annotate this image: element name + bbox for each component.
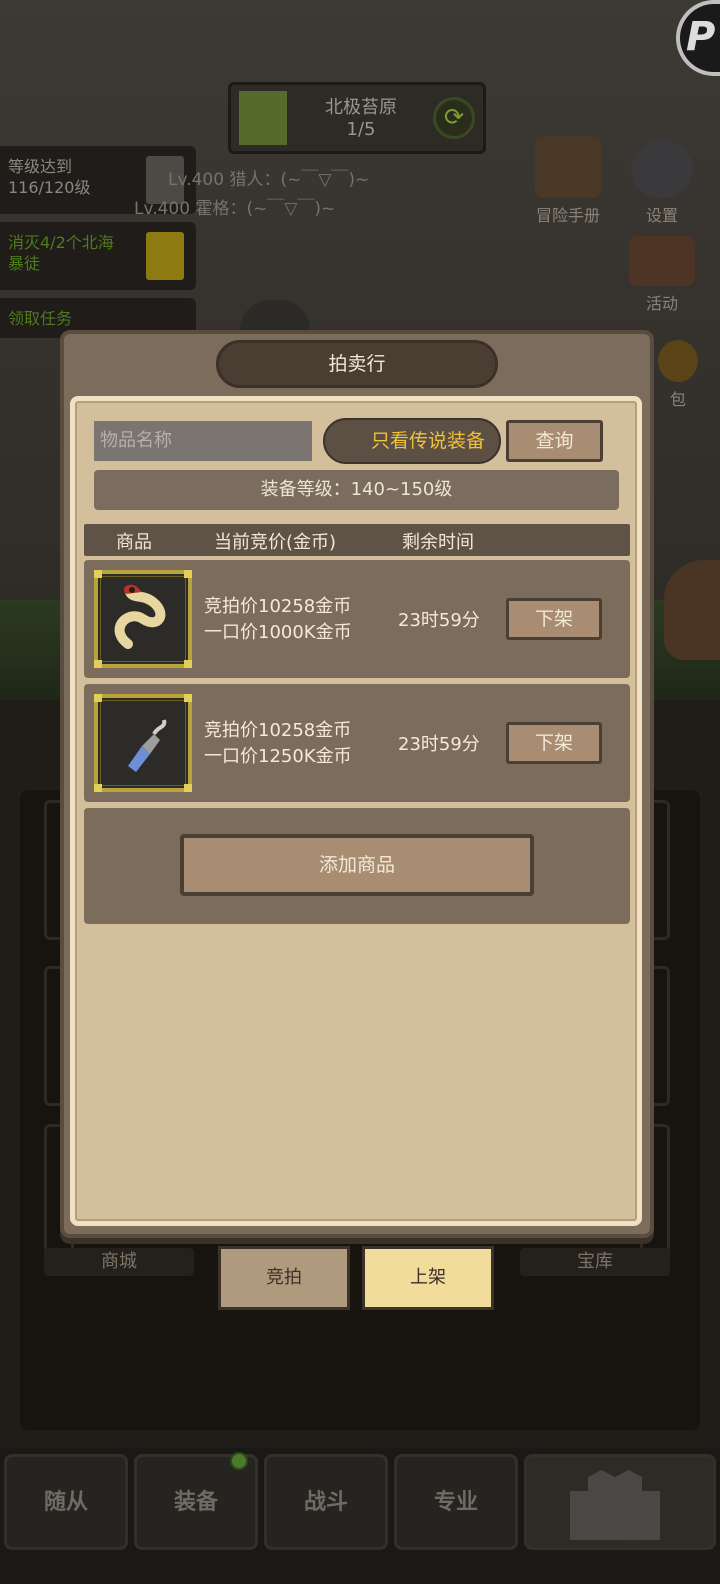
task-reward-icon xyxy=(146,232,184,280)
item-name-search-input[interactable]: 物品名称 xyxy=(94,421,312,461)
legendary-only-toggle[interactable]: 只看传说装备 xyxy=(323,418,501,464)
activity-label: 活动 xyxy=(645,294,678,313)
buyout-price: 一口价1250K金币 xyxy=(204,746,352,767)
refresh-icon[interactable]: ⟳ xyxy=(433,97,475,139)
adventure-label: 冒险手册 xyxy=(535,206,600,225)
coin-bag-icon xyxy=(658,340,698,382)
unlist-button[interactable]: 下架 xyxy=(506,598,602,640)
adventure-book-button[interactable]: 冒险手册 xyxy=(528,136,608,226)
shop-label: 商城 xyxy=(44,1248,194,1276)
hunter-line: Lv.400 猎人：(~￣▽￣)~ xyxy=(168,170,370,190)
bid-price: 竞拍价10258金币 xyxy=(204,596,352,617)
tab-bid[interactable]: 竞拍 xyxy=(218,1246,350,1310)
price-info: 竞拍价10258金币 一口价1250K金币 xyxy=(204,718,352,770)
nav-profession[interactable]: 专业 xyxy=(394,1454,518,1550)
task-text: 领取任务 xyxy=(8,309,73,328)
unlist-button[interactable]: 下架 xyxy=(506,722,602,764)
item-slot[interactable] xyxy=(94,694,192,792)
remaining-time: 23时59分 xyxy=(398,610,480,631)
settings-button[interactable]: 设置 xyxy=(624,140,700,226)
region-progress: 1/5 xyxy=(346,119,376,140)
bag-label: 包 xyxy=(669,390,686,409)
region-progress-fill xyxy=(239,91,287,145)
notification-badge xyxy=(230,1452,248,1470)
hunter-line: Lv.400 霍格：(~￣▽￣)~ xyxy=(134,199,336,219)
settings-label: 设置 xyxy=(645,206,678,225)
item-slot[interactable] xyxy=(94,570,192,668)
auction-row: 竞拍价10258金币 一口价1000K金币 23时59分 下架 xyxy=(84,560,630,678)
serpent-icon xyxy=(114,584,166,649)
region-panel[interactable]: 北极苔原 1/5 ⟳ xyxy=(228,82,486,154)
region-name: 北极苔原 xyxy=(325,97,397,118)
add-item-button[interactable]: 添加商品 xyxy=(180,834,534,896)
gear-icon xyxy=(631,140,693,198)
equipment-level-filter[interactable]: 装备等级：140~150级 xyxy=(94,470,619,510)
price-info: 竞拍价10258金币 一口价1000K金币 xyxy=(204,594,352,646)
bid-price: 竞拍价10258金币 xyxy=(204,720,352,741)
treasury-label: 宝库 xyxy=(520,1248,670,1276)
column-current-bid: 当前竞价(金币) xyxy=(214,532,337,553)
scroll-icon xyxy=(629,236,695,286)
mammoth-enemy xyxy=(664,560,720,660)
remaining-time: 23时59分 xyxy=(398,734,480,755)
nav-followers[interactable]: 随从 xyxy=(4,1454,128,1550)
nav-battle[interactable]: 战斗 xyxy=(264,1454,388,1550)
activity-button[interactable]: 活动 xyxy=(622,236,702,314)
table-header: 商品 当前竞价(金币) 剩余时间 xyxy=(84,524,630,556)
book-icon xyxy=(535,136,601,198)
column-remaining-time: 剩余时间 xyxy=(402,532,474,553)
dialog-title: 拍卖行 xyxy=(216,340,498,388)
buyout-price: 一口价1000K金币 xyxy=(204,622,352,643)
crystal-dagger-icon xyxy=(128,719,167,772)
column-item: 商品 xyxy=(116,532,152,553)
auction-row: 竞拍价10258金币 一口价1250K金币 23时59分 下架 xyxy=(84,684,630,802)
task-text: 等级达到116/120级 xyxy=(8,157,91,197)
query-button[interactable]: 查询 xyxy=(506,420,603,462)
bag-button[interactable]: 包 xyxy=(654,340,702,410)
tab-list-item[interactable]: 上架 xyxy=(362,1246,494,1310)
task-text: 消灭4/2个北海暴徒 xyxy=(8,233,114,273)
task-item[interactable]: 消灭4/2个北海暴徒 xyxy=(0,222,196,290)
